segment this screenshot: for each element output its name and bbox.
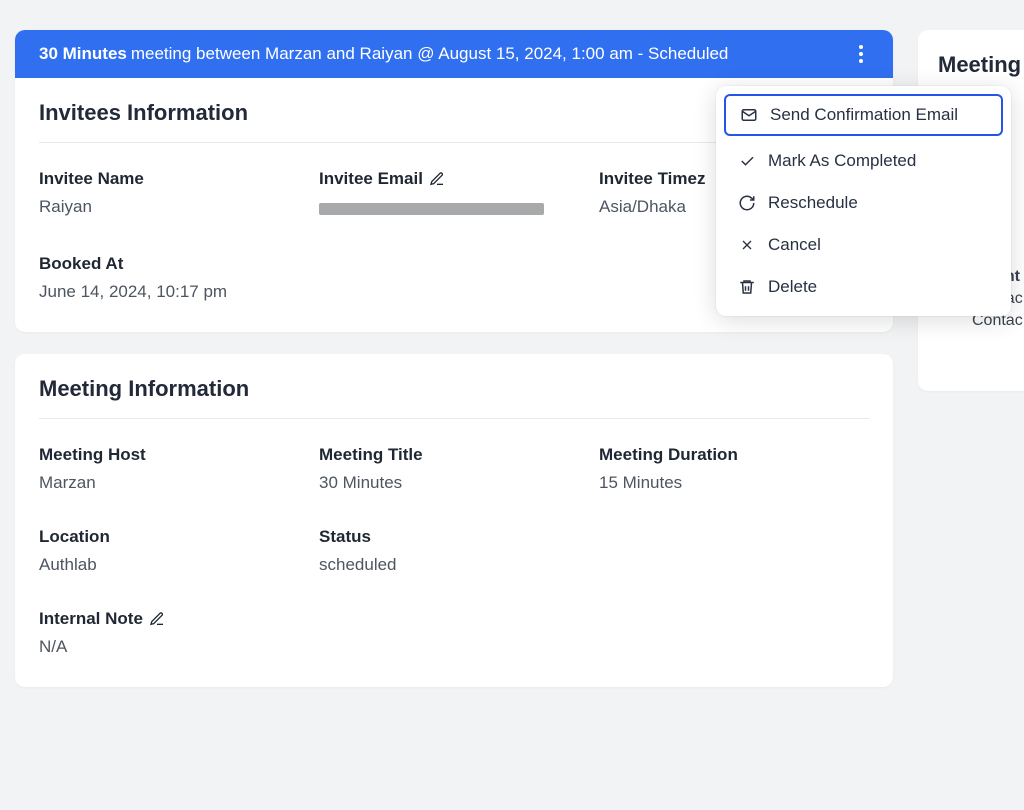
- meeting-host-label: Meeting Host: [39, 445, 319, 465]
- meeting-host-value: Marzan: [39, 473, 319, 493]
- invitee-email-value: [319, 197, 599, 220]
- redacted-email: [319, 203, 544, 215]
- sidebar-title: Meeting: [938, 52, 1024, 78]
- divider: [39, 418, 869, 419]
- meeting-host-field: Meeting Host Marzan: [39, 445, 319, 493]
- header-bold: 30 Minutes: [39, 44, 127, 64]
- invitee-name-value: Raiyan: [39, 197, 319, 217]
- meeting-duration-value: 15 Minutes: [599, 473, 869, 493]
- edit-icon[interactable]: [429, 171, 445, 187]
- invitee-email-label: Invitee Email: [319, 169, 599, 189]
- location-field: Location Authlab: [39, 527, 319, 575]
- meeting-duration-label: Meeting Duration: [599, 445, 869, 465]
- menu-reschedule[interactable]: Reschedule: [716, 182, 1011, 224]
- meeting-title-field: Meeting Title 30 Minutes: [319, 445, 599, 493]
- header-text: meeting between Marzan and Raiyan @ Augu…: [131, 44, 729, 64]
- menu-send-confirmation[interactable]: Send Confirmation Email: [724, 94, 1003, 136]
- mail-icon: [740, 106, 758, 124]
- status-field: Status scheduled: [319, 527, 599, 575]
- invitee-name-field: Invitee Name Raiyan: [39, 169, 319, 220]
- meeting-title-label: Meeting Title: [319, 445, 599, 465]
- invitee-email-field: Invitee Email: [319, 169, 599, 220]
- status-label: Status: [319, 527, 599, 547]
- close-icon: [738, 236, 756, 254]
- more-options-button[interactable]: [849, 42, 873, 66]
- internal-note-value: N/A: [39, 637, 869, 657]
- meeting-duration-field: Meeting Duration 15 Minutes: [599, 445, 869, 493]
- meeting-header: 30 Minutes meeting between Marzan and Ra…: [15, 30, 893, 78]
- location-label: Location: [39, 527, 319, 547]
- check-icon: [738, 152, 756, 170]
- internal-note-label: Internal Note: [39, 609, 869, 629]
- trash-icon: [738, 278, 756, 296]
- refresh-icon: [738, 194, 756, 212]
- meeting-info-title: Meeting Information: [39, 376, 869, 402]
- menu-mark-completed[interactable]: Mark As Completed: [716, 140, 1011, 182]
- menu-cancel[interactable]: Cancel: [716, 224, 1011, 266]
- meeting-title-value: 30 Minutes: [319, 473, 599, 493]
- invitee-name-label: Invitee Name: [39, 169, 319, 189]
- internal-note-field: Internal Note N/A: [39, 609, 869, 657]
- menu-delete[interactable]: Delete: [716, 266, 1011, 308]
- edit-icon[interactable]: [149, 611, 165, 627]
- location-value: Authlab: [39, 555, 319, 575]
- status-value: scheduled: [319, 555, 599, 575]
- actions-dropdown: Send Confirmation Email Mark As Complete…: [716, 86, 1011, 316]
